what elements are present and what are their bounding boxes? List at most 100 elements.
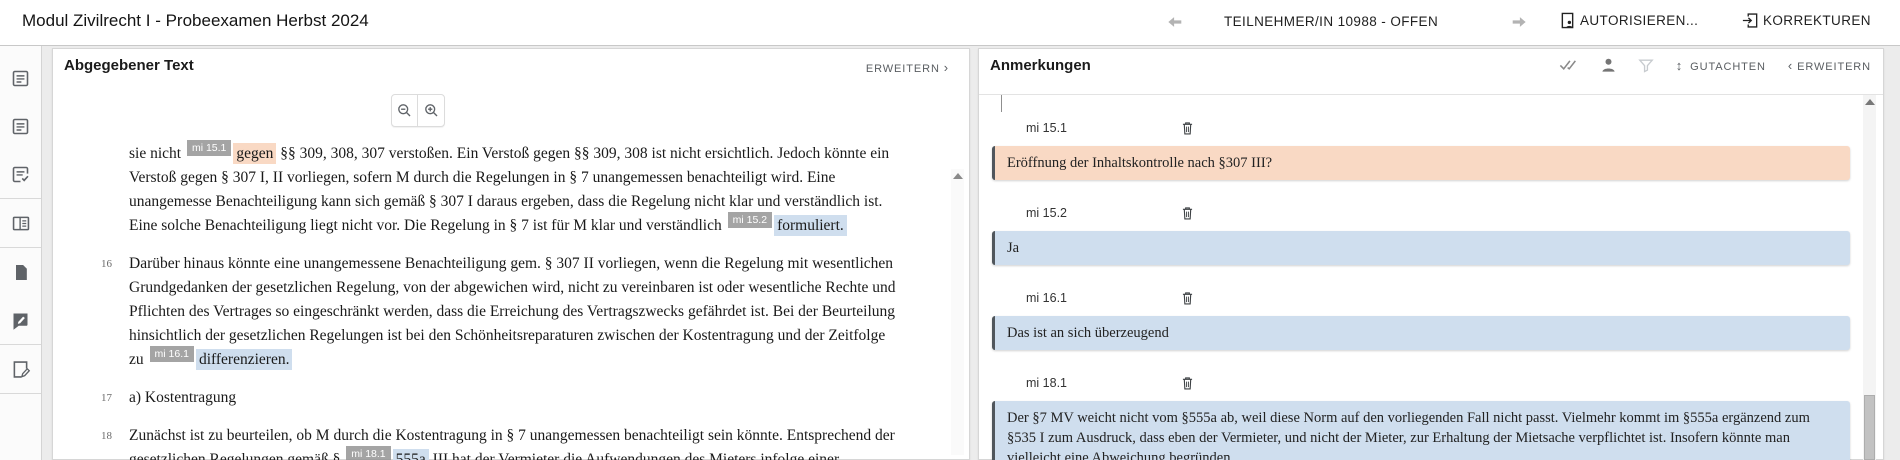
text-segment: III hat der Vermieter die Aufwendungen d… [429, 451, 839, 460]
zoom-out-button[interactable] [392, 95, 418, 126]
annotation-tag[interactable]: mi 15.1 [187, 140, 231, 156]
filter-funnel-icon[interactable] [1638, 58, 1654, 73]
annotation-edit-icon[interactable] [0, 296, 41, 344]
text-segment: gesetzlichen Regelungen gemäß § [129, 451, 344, 460]
chevron-right-icon: › [944, 60, 949, 75]
corrections-label: KORREKTUREN [1763, 13, 1871, 28]
annotations-title: Anmerkungen [990, 57, 1091, 74]
annotation-comment-box[interactable]: Eröffnung der Inhaltskontrolle nach §307… [992, 146, 1850, 180]
text-segment: Darüber hinaus könnte eine unangemessene… [129, 255, 893, 272]
document-icon[interactable] [0, 248, 41, 296]
text-segment: unangemesse Benachteiligung kann sich ge… [129, 193, 882, 210]
delete-annotation-button[interactable] [1182, 291, 1193, 308]
annotation-item: mi 15.1 Eröffnung der Inhaltskontrolle na… [979, 121, 1883, 180]
annotation-header: mi 16.1 [979, 291, 1883, 307]
document-line: Darüber hinaus könnte eine unangemessene… [129, 252, 960, 276]
document-line: sie nicht mi 15.1gegen §§ 309, 308, 307 … [129, 142, 960, 166]
text-segment: Pflichten des Vertrages so eingeschränkt… [129, 303, 895, 320]
submitted-text-icon[interactable] [0, 54, 41, 102]
annotation-id-label: mi 16.1 [1026, 291, 1067, 305]
scroll-up-arrow-icon[interactable] [1865, 99, 1875, 105]
rail-divider [0, 393, 41, 394]
text-segment: sie nicht [129, 145, 185, 162]
page-title: Modul Zivilrecht I - Probeexamen Herbst … [22, 11, 369, 31]
exam-text-icon[interactable] [0, 102, 41, 150]
gutachten-button[interactable]: ↕ GUTACHTEN [1676, 58, 1766, 73]
document-line: zu mi 16.1differenzieren. [129, 348, 960, 372]
document-line: Eine solche Benachteiligung liegt nicht … [129, 214, 960, 238]
annotations-list: mi 15.1 Eröffnung der Inhaltskontrolle na… [979, 94, 1883, 460]
text-segment: hinsichtlich der gesetzlichen Regelungen… [129, 327, 885, 344]
left-panel-scrollbar[interactable] [951, 169, 964, 455]
draft-edit-icon[interactable] [0, 345, 41, 393]
corrected-text-icon[interactable] [0, 150, 41, 198]
line-number: 18 [101, 427, 112, 445]
document-paragraph: 18 Zunächst ist zu beurteilen, ob M durch… [98, 424, 960, 460]
chevron-left-icon: ‹ [1788, 58, 1793, 73]
authorize-button[interactable]: AUTORISIEREN... [1560, 12, 1698, 29]
annotations-panel: Anmerkungen ↕ GUTACHTEN ‹ ERWEITERN mi 1… [978, 48, 1884, 460]
document-text: sie nicht mi 15.1gegen §§ 309, 308, 307 … [98, 142, 960, 460]
sort-vertical-icon: ↕ [1676, 58, 1683, 73]
annotation-id-label: mi 15.1 [1026, 121, 1067, 135]
trash-icon [1182, 123, 1193, 138]
document-line: Pflichten des Vertrages so eingeschränkt… [129, 300, 960, 324]
double-check-icon[interactable] [1559, 58, 1579, 72]
annotation-marker-line [1001, 94, 1002, 112]
text-segment: Verstoß gegen § 307 I, II vorliegen, sof… [129, 169, 835, 186]
annotation-comment-box[interactable]: Der §7 MV weicht nicht vom §555a ab, wei… [992, 401, 1850, 460]
annotation-tag[interactable]: mi 16.1 [150, 346, 194, 362]
document-paragraph: 17 a) Kostentragung [98, 386, 960, 410]
corrections-icon [1742, 12, 1758, 29]
annotations-scrollbar[interactable] [1863, 95, 1876, 460]
trash-icon [1182, 378, 1193, 393]
document-line: hinsichtlich der gesetzlichen Regelungen… [129, 324, 960, 348]
annotations-toolbar: ↕ GUTACHTEN ‹ ERWEITERN [1559, 57, 1871, 73]
document-line: unangemesse Benachteiligung kann sich ge… [129, 190, 960, 214]
highlighted-text[interactable]: gegen [233, 143, 276, 164]
annotation-tag[interactable]: mi 18.1 [346, 446, 390, 460]
annotation-header: mi 15.2 [979, 206, 1883, 222]
line-number: 17 [101, 389, 112, 407]
delete-annotation-button[interactable] [1182, 376, 1193, 393]
trash-icon [1182, 208, 1193, 223]
delete-annotation-button[interactable] [1182, 121, 1193, 138]
corrections-button[interactable]: KORREKTUREN [1742, 12, 1871, 29]
authorize-label: AUTORISIEREN... [1580, 13, 1698, 28]
text-segment: zu [129, 351, 148, 368]
text-segment: Grundgedanken der gesetzlichen Regelung,… [129, 279, 896, 296]
annotation-comment-box[interactable]: Ja [992, 231, 1850, 265]
person-icon[interactable] [1601, 57, 1616, 73]
submitted-text-panel: Abgegebener Text ERWEITERN › sie nicht m… [52, 48, 970, 460]
scrollbar-thumb[interactable] [1864, 395, 1875, 460]
highlighted-text[interactable]: 555a [393, 449, 429, 460]
line-number: 16 [101, 255, 112, 273]
annotation-item: mi 16.1 Das ist an sich überzeugend [979, 291, 1883, 350]
annotation-comment-box[interactable]: Das ist an sich überzeugend [992, 316, 1850, 350]
top-header: Modul Zivilrecht I - Probeexamen Herbst … [0, 0, 1900, 46]
zoom-control [391, 94, 445, 127]
previous-participant-arrow-icon[interactable] [1166, 13, 1184, 31]
delete-annotation-button[interactable] [1182, 206, 1193, 223]
zoom-in-button[interactable] [418, 95, 444, 126]
next-participant-arrow-icon[interactable] [1510, 13, 1528, 31]
document-line: Verstoß gegen § 307 I, II vorliegen, sof… [129, 166, 960, 190]
text-segment: a) Kostentragung [129, 389, 236, 406]
annotation-tag[interactable]: mi 15.2 [728, 212, 772, 228]
authorize-document-icon [1560, 12, 1575, 29]
expand-left-panel-button[interactable]: ERWEITERN › [866, 60, 949, 75]
highlighted-text[interactable]: formuliert. [774, 215, 847, 236]
participant-status: TEILNEHMER/IN 10988 - OFFEN [1224, 14, 1438, 29]
reference-book-icon[interactable] [0, 199, 41, 247]
annotation-header: mi 15.1 [979, 121, 1883, 137]
annotation-id-label: mi 18.1 [1026, 376, 1067, 390]
collapse-annotations-button[interactable]: ‹ ERWEITERN [1788, 58, 1871, 73]
annotation-item: mi 15.2 Ja [979, 206, 1883, 265]
document-line: gesetzlichen Regelungen gemäß § mi 18.15… [129, 448, 960, 460]
text-segment: §§ 309, 308, 307 verstoßen. Ein Verstoß … [276, 145, 889, 162]
text-segment: Zunächst ist zu beurteilen, ob M durch d… [129, 427, 895, 444]
highlighted-text[interactable]: differenzieren. [196, 349, 293, 370]
annotation-id-label: mi 15.2 [1026, 206, 1067, 220]
document-line: Grundgedanken der gesetzlichen Regelung,… [129, 276, 960, 300]
scroll-up-arrow-icon[interactable] [953, 173, 963, 179]
